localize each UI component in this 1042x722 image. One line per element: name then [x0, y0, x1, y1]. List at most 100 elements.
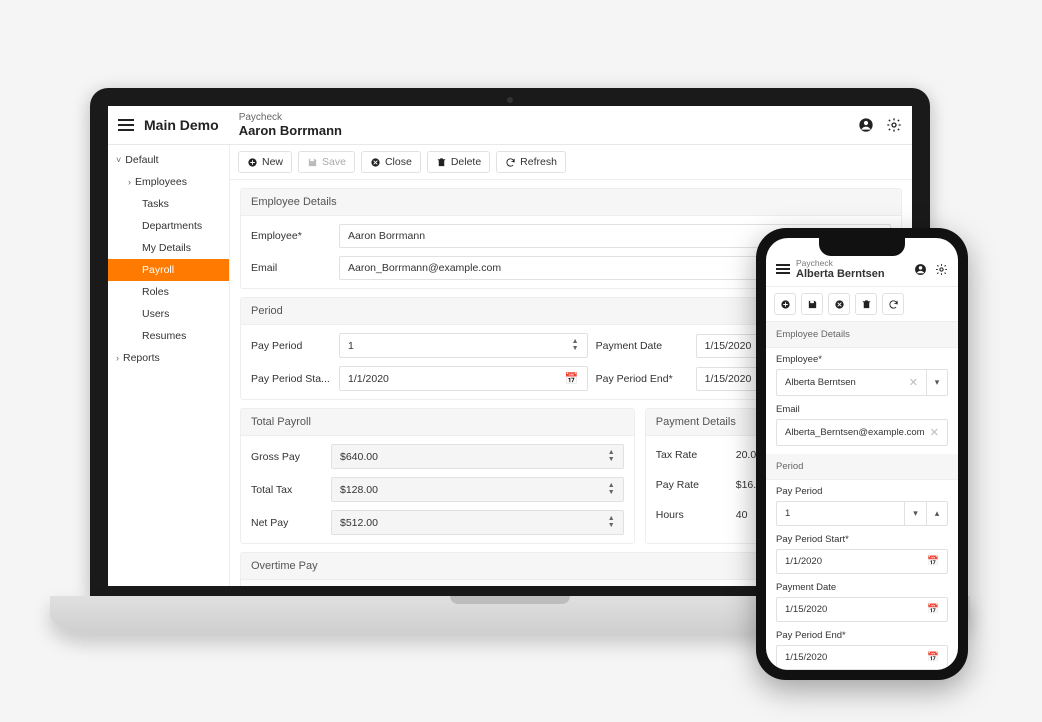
close-icon — [370, 157, 381, 168]
step-up-button[interactable]: ▴ — [926, 501, 948, 526]
net-pay-label: Net Pay — [251, 517, 323, 529]
payment-date-label: Payment Date — [776, 582, 948, 593]
email-input[interactable]: Alberta_Berntsen@example.com✕ — [776, 419, 948, 446]
save-icon — [307, 157, 318, 168]
account-icon[interactable] — [914, 263, 927, 276]
app-title: Main Demo — [144, 117, 219, 133]
pay-period-label: Pay Period — [251, 340, 331, 352]
employee-input[interactable]: Alberta Berntsen✕ — [776, 369, 926, 396]
email-label: Email — [251, 262, 331, 274]
employee-label: Employee* — [251, 230, 331, 242]
stepper-icon[interactable]: ▲▼ — [608, 450, 615, 463]
pay-period-end-input[interactable]: 1/15/2020📅 — [776, 645, 948, 670]
pay-period-input[interactable]: 1▲▼ — [339, 333, 588, 358]
sidebar-item-users[interactable]: Users — [108, 303, 229, 325]
trash-icon — [861, 299, 872, 310]
clear-icon[interactable]: ✕ — [909, 376, 918, 389]
sidebar-item-tasks[interactable]: Tasks — [108, 193, 229, 215]
total-payroll-section: Total Payroll Gross Pay $640.00▲▼ Total T… — [240, 408, 635, 544]
new-button[interactable] — [774, 293, 796, 315]
gear-icon[interactable] — [935, 263, 948, 276]
hamburger-icon[interactable] — [776, 264, 790, 274]
gross-pay-input[interactable]: $640.00▲▼ — [331, 444, 624, 469]
delete-button[interactable]: Delete — [427, 151, 490, 173]
pay-period-input[interactable]: 1 — [776, 501, 904, 526]
sidebar-item-departments[interactable]: Departments — [108, 215, 229, 237]
email-label: Email — [776, 404, 948, 415]
pay-period-end-label: Pay Period End* — [596, 373, 688, 385]
sidebar-item-reports[interactable]: ›Reports — [108, 347, 229, 369]
refresh-button[interactable]: Refresh — [496, 151, 566, 173]
refresh-icon — [888, 299, 899, 310]
sidebar: ˅Default ›Employees Tasks Departments My… — [108, 145, 230, 586]
save-icon — [807, 299, 818, 310]
account-icon[interactable] — [858, 117, 874, 133]
gross-pay-label: Gross Pay — [251, 451, 323, 463]
chevron-right-icon: › — [128, 177, 131, 187]
payment-date-input[interactable]: 1/15/2020📅 — [776, 597, 948, 622]
gear-icon[interactable] — [886, 117, 902, 133]
stepper-icon[interactable]: ▲▼ — [608, 483, 615, 496]
breadcrumb: Paycheck Aaron Borrmann — [239, 112, 858, 138]
sidebar-item-my-details[interactable]: My Details — [108, 237, 229, 259]
refresh-icon — [505, 157, 516, 168]
toolbar: New Save Close Delete Refresh — [230, 145, 912, 180]
breadcrumb-title: Alberta Berntsen — [796, 268, 908, 280]
laptop-camera — [507, 97, 513, 103]
sidebar-item-resumes[interactable]: Resumes — [108, 325, 229, 347]
calendar-icon[interactable]: 📅 — [927, 652, 939, 663]
section-header: Employee Details — [766, 322, 958, 348]
calendar-icon[interactable]: 📅 — [927, 556, 939, 567]
phone-notch — [819, 238, 905, 256]
stepper-icon[interactable]: ▲▼ — [572, 339, 579, 352]
chevron-right-icon: › — [116, 353, 119, 363]
pay-period-start-label: Pay Period Sta... — [251, 373, 331, 385]
total-tax-input[interactable]: $128.00▲▼ — [331, 477, 624, 502]
breadcrumb: Paycheck Alberta Berntsen — [796, 258, 908, 280]
sidebar-item-payroll[interactable]: Payroll — [108, 259, 229, 281]
breadcrumb-title: Aaron Borrmann — [239, 123, 858, 138]
close-button[interactable]: Close — [361, 151, 421, 173]
employee-label: Employee* — [776, 354, 948, 365]
sidebar-item-default[interactable]: ˅Default — [108, 149, 229, 171]
close-icon — [834, 299, 845, 310]
new-button[interactable]: New — [238, 151, 292, 173]
refresh-button[interactable] — [882, 293, 904, 315]
save-button[interactable]: Save — [298, 151, 355, 173]
calendar-icon[interactable]: 📅 — [927, 604, 939, 615]
mobile-app: Paycheck Alberta Berntsen Employee Detai… — [766, 238, 958, 670]
phone-mockup: Paycheck Alberta Berntsen Employee Detai… — [756, 228, 968, 680]
plus-icon — [247, 157, 258, 168]
section-header: Total Payroll — [241, 409, 634, 436]
payment-date-label: Payment Date — [596, 340, 688, 352]
sidebar-item-employees[interactable]: ›Employees — [108, 171, 229, 193]
hamburger-icon[interactable] — [118, 119, 134, 131]
close-button[interactable] — [828, 293, 850, 315]
section-header: Period — [766, 454, 958, 480]
hours-label: Hours — [656, 509, 728, 521]
dropdown-button[interactable]: ▾ — [926, 369, 948, 396]
mobile-toolbar — [766, 287, 958, 322]
clear-icon[interactable]: ✕ — [930, 426, 939, 439]
stepper-icon[interactable]: ▲▼ — [608, 516, 615, 529]
pay-period-start-label: Pay Period Start* — [776, 534, 948, 545]
tax-rate-label: Tax Rate — [656, 449, 728, 461]
trash-icon — [436, 157, 447, 168]
pay-period-label: Pay Period — [776, 486, 948, 497]
chevron-down-icon: ˅ — [116, 155, 121, 165]
calendar-icon[interactable]: 📅 — [565, 372, 579, 385]
net-pay-input[interactable]: $512.00▲▼ — [331, 510, 624, 535]
total-tax-label: Total Tax — [251, 484, 323, 496]
save-button[interactable] — [801, 293, 823, 315]
section-header: Employee Details — [241, 189, 901, 216]
plus-icon — [780, 299, 791, 310]
step-down-button[interactable]: ▾ — [904, 501, 926, 526]
topbar: Main Demo Paycheck Aaron Borrmann — [108, 106, 912, 145]
pay-period-start-input[interactable]: 1/1/2020📅 — [339, 366, 588, 391]
pay-period-end-label: Pay Period End* — [776, 630, 948, 641]
sidebar-item-roles[interactable]: Roles — [108, 281, 229, 303]
pay-rate-label: Pay Rate — [656, 479, 728, 491]
delete-button[interactable] — [855, 293, 877, 315]
pay-period-start-input[interactable]: 1/1/2020📅 — [776, 549, 948, 574]
breadcrumb-context: Paycheck — [239, 112, 858, 123]
